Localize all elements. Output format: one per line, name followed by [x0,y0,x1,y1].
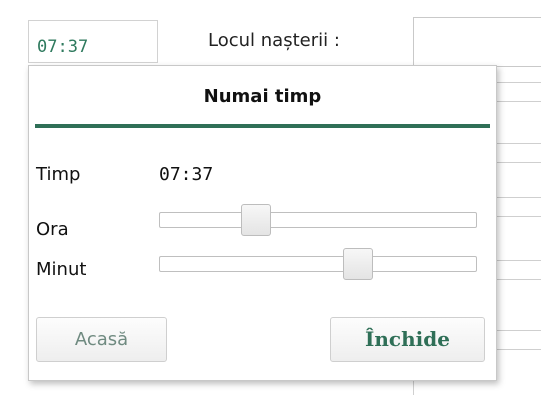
birthplace-input[interactable] [413,17,541,67]
hour-label: Ora [36,219,69,240]
page: Locul nașterii : Numai timp Timp 07:37 O… [0,0,541,395]
time-label: Timp [36,164,81,185]
minute-label: Minut [36,259,87,280]
popup-divider [35,124,490,128]
minute-slider-handle[interactable] [343,248,374,280]
time-display: 07:37 [159,164,214,185]
home-button[interactable]: Acasă [36,317,167,362]
birthplace-label: Locul nașterii : [208,30,340,51]
time-input[interactable] [28,20,158,63]
minute-slider[interactable] [159,248,477,280]
time-picker-popup: Numai timp Timp 07:37 Ora Minut Acasă În… [28,65,497,381]
hour-slider-handle[interactable] [241,204,272,236]
close-button[interactable]: Închide [330,317,485,362]
popup-title: Numai timp [203,86,322,107]
hour-slider[interactable] [159,204,477,236]
